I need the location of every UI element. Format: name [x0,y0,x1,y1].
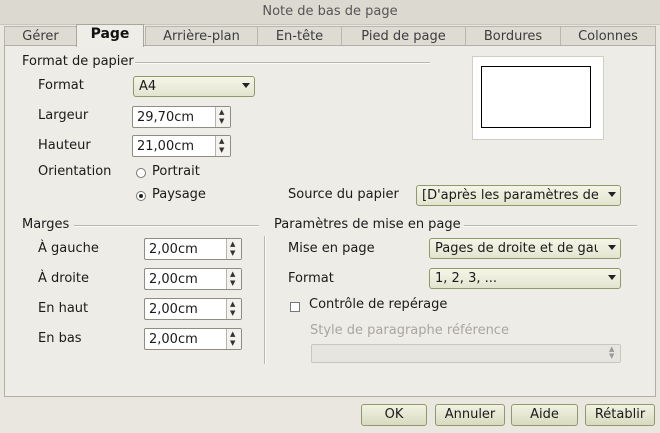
height-label: Hauteur [38,138,91,153]
window-title: Note de bas de page [262,4,398,19]
vertical-divider [264,236,266,364]
page-panel: Format de papier Format A4 Largeur 29,70… [4,45,656,397]
tab-arriere-plan[interactable]: Arrière-plan [145,26,258,46]
tab-pied-de-page[interactable]: Pied de page [341,26,466,46]
margin-top-value: 2,00cm [149,302,198,317]
margin-right-stepper[interactable]: ▲ ▼ [226,269,241,289]
cancel-button[interactable]: Annuler [435,404,505,426]
layout-mode-value: Pages de droite et de gau [435,241,602,256]
height-value: 21,00cm [137,139,195,154]
register-true-checkbox[interactable] [290,302,300,312]
chevron-down-icon [608,192,616,197]
width-label: Largeur [38,108,89,123]
numbering-format-dropdown[interactable]: 1, 2, 3, ... [429,268,621,289]
margin-top-label: En haut [38,301,89,316]
margin-left-value: 2,00cm [149,242,198,257]
reset-button[interactable]: Rétablir [585,404,655,426]
margin-top-stepper[interactable]: ▲ ▼ [226,299,241,319]
paper-section-divider [135,62,430,64]
portrait-label[interactable]: Portrait [152,164,200,179]
numbering-format-value: 1, 2, 3, ... [435,271,498,286]
width-value: 29,70cm [137,110,195,125]
layout-mode-dropdown[interactable]: Pages de droite et de gau [429,238,621,259]
register-true-label[interactable]: Contrôle de repérage [309,297,447,312]
chevron-down-icon [242,83,250,88]
chevron-down-icon [608,275,616,280]
width-field[interactable]: 29,70cm ▲ ▼ [132,106,231,128]
paper-format-dropdown[interactable]: A4 [133,76,255,97]
height-stepper[interactable]: ▲ ▼ [215,136,230,156]
layout-mode-label: Mise en page [288,241,375,256]
landscape-label[interactable]: Paysage [152,187,206,202]
orientation-label: Orientation [38,164,112,179]
reference-style-dropdown[interactable]: ▲ ▼ [311,344,621,363]
margin-top-field[interactable]: 2,00cm ▲ ▼ [144,298,242,320]
reference-style-stepper: ▲ ▼ [606,345,620,362]
width-stepper[interactable]: ▲ ▼ [215,107,230,127]
paper-format-label: Format [38,78,84,93]
numbering-format-label: Format [288,271,334,286]
margin-left-label: À gauche [38,241,99,256]
page-preview-sheet [481,66,591,128]
tab-en-tete[interactable]: En-tête [257,26,342,46]
help-button[interactable]: Aide [511,404,578,426]
portrait-radio[interactable] [136,168,146,178]
paper-format-value: A4 [139,79,157,94]
margin-bottom-label: En bas [38,331,82,346]
margin-bottom-field[interactable]: 2,00cm ▲ ▼ [144,328,242,350]
tab-bar: Gérer Page Arrière-plan En-tête Pied de … [4,24,656,47]
paper-source-label: Source du papier [288,187,399,202]
margin-right-field[interactable]: 2,00cm ▲ ▼ [144,268,242,290]
margin-bottom-stepper[interactable]: ▲ ▼ [226,329,241,349]
height-field[interactable]: 21,00cm ▲ ▼ [132,135,231,157]
margin-bottom-value: 2,00cm [149,332,198,347]
margins-section-title: Marges [22,217,70,232]
margin-left-field[interactable]: 2,00cm ▲ ▼ [144,238,242,260]
layout-section-divider [464,225,637,227]
margin-right-value: 2,00cm [149,272,198,287]
paper-source-dropdown[interactable]: [D'après les paramètres de [416,185,621,206]
tab-page[interactable]: Page [76,24,144,47]
landscape-radio[interactable] [136,191,146,201]
margins-section-divider [74,225,259,227]
page-preview [472,56,604,140]
paper-section-title: Format de papier [22,54,134,69]
margin-right-label: À droite [38,271,89,286]
chevron-down-icon [608,245,616,250]
margin-left-stepper[interactable]: ▲ ▼ [226,239,241,259]
title-bar: Note de bas de page [0,0,660,25]
layout-section-title: Paramètres de mise en page [274,217,461,232]
ok-button[interactable]: OK [361,404,427,426]
tab-colonnes[interactable]: Colonnes [560,26,656,46]
paper-source-value: [D'après les paramètres de [422,188,599,203]
tab-bordures[interactable]: Bordures [465,26,561,46]
tab-gerer[interactable]: Gérer [4,26,77,46]
reference-style-label: Style de paragraphe référence [310,323,509,338]
